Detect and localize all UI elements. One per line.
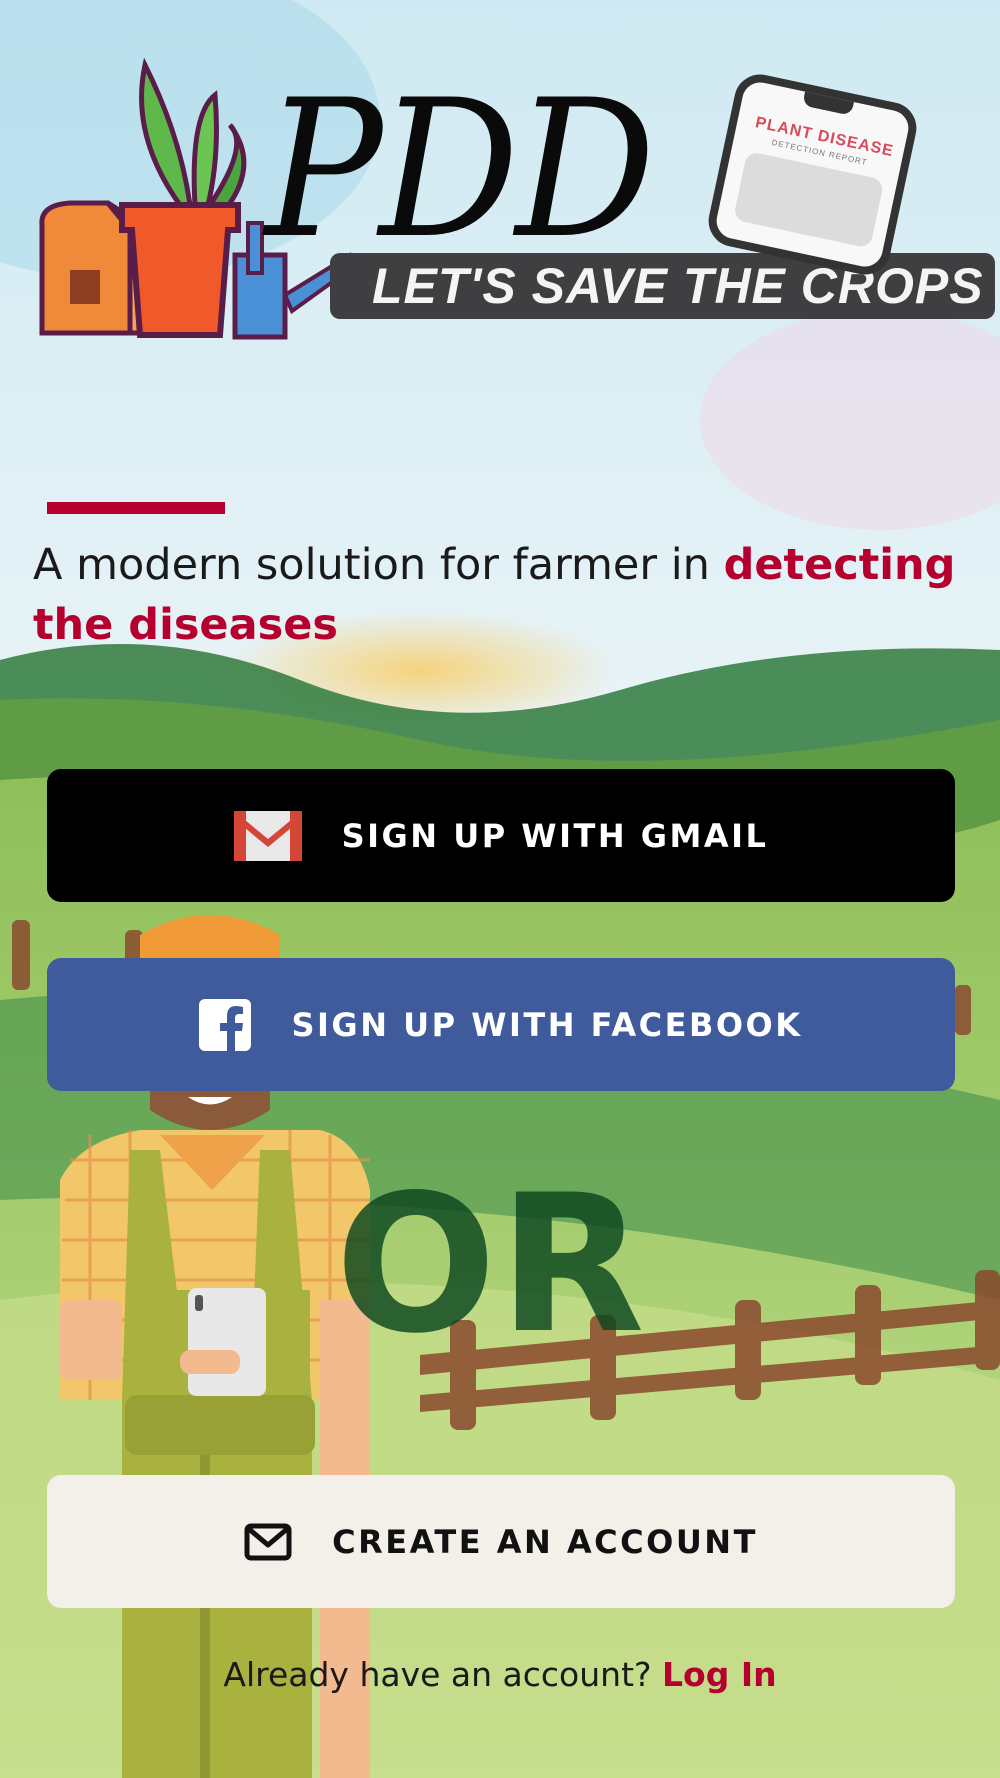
tagline: A modern solution for farmer in detectin…: [33, 535, 983, 655]
app-logo: PDD PLANT DISEASE DETECTION REPORT LET'S…: [30, 55, 995, 345]
gmail-icon: [233, 810, 302, 861]
login-prompt: Already have an account? Log In: [0, 1655, 1000, 1694]
logo-banner: LET'S SAVE THE CROPS: [330, 253, 995, 319]
signup-facebook-button[interactable]: SIGN UP WITH FACEBOOK: [47, 958, 955, 1091]
signup-gmail-button[interactable]: SIGN UP WITH GMAIL: [47, 769, 955, 902]
signup-gmail-label: SIGN UP WITH GMAIL: [341, 816, 769, 855]
accent-divider: [47, 502, 225, 514]
login-link[interactable]: Log In: [662, 1655, 777, 1694]
logo-phone-graphic: PLANT DISEASE DETECTION REPORT: [703, 69, 922, 280]
signup-facebook-label: SIGN UP WITH FACEBOOK: [291, 1005, 803, 1044]
login-prompt-text: Already have an account?: [223, 1655, 663, 1694]
or-divider-text: OR: [335, 1154, 647, 1375]
create-account-label: CREATE AN ACCOUNT: [332, 1522, 758, 1561]
mail-icon: [244, 1523, 292, 1561]
tagline-text: A modern solution for farmer in: [33, 540, 724, 590]
logo-wordmark: PDD: [265, 59, 656, 280]
create-account-button[interactable]: CREATE AN ACCOUNT: [47, 1475, 955, 1608]
logo-slogan: LET'S SAVE THE CROPS: [372, 258, 984, 314]
facebook-icon: [199, 998, 252, 1051]
